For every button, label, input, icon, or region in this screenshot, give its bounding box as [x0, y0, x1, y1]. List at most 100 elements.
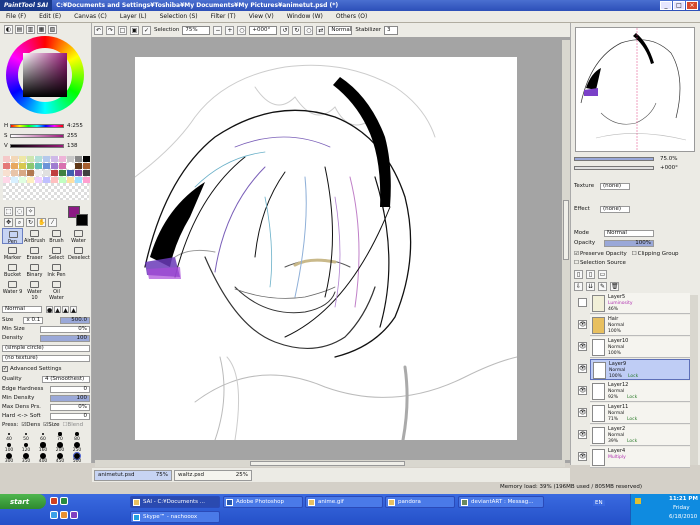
quicklaunch-firefox-icon[interactable] — [60, 511, 68, 519]
rotate-left-icon[interactable]: ↺ — [280, 25, 290, 35]
color-swatch[interactable] — [59, 177, 66, 183]
color-swatch[interactable] — [27, 156, 34, 162]
color-swatch[interactable] — [3, 177, 10, 183]
color-swatch[interactable] — [75, 177, 82, 183]
color-swatch[interactable] — [83, 163, 90, 169]
clock-time[interactable]: 11:21 PM — [669, 496, 698, 502]
brush-size-preset[interactable] — [8, 433, 10, 435]
new-layer-icon[interactable]: ▯ — [574, 269, 583, 279]
tool-deselect[interactable]: Deselect — [68, 245, 90, 261]
round-tip-icon[interactable]: ● — [46, 305, 53, 314]
start-button[interactable]: start — [0, 494, 46, 509]
brush-size-preset[interactable] — [23, 442, 29, 448]
zoom-field[interactable]: 75% — [182, 25, 211, 35]
color-wheel-mode-icon[interactable]: ◐ — [4, 25, 13, 34]
menu-layer[interactable]: Layer (L) — [120, 13, 147, 20]
color-swatch[interactable] — [51, 163, 58, 169]
layer-item[interactable]: Layer10 Normal 100% — [590, 337, 690, 358]
color-swatch[interactable] — [19, 170, 26, 176]
tool-water[interactable]: Water — [68, 228, 89, 244]
color-swatch[interactable] — [35, 163, 42, 169]
color-swatch[interactable] — [11, 170, 18, 176]
move-icon[interactable]: ✥ — [4, 218, 13, 227]
lasso-icon[interactable]: ◌ — [15, 207, 24, 216]
saturation-value-box[interactable] — [23, 53, 67, 97]
brush-mode-select[interactable]: Normal — [2, 305, 42, 313]
tool-binary[interactable]: Binary — [24, 262, 45, 278]
stabilizer-select[interactable]: 3 — [384, 25, 398, 35]
blend-mode-select[interactable]: Normal — [328, 25, 353, 35]
task-photoshop[interactable]: Adobe Photoshop — [223, 496, 303, 508]
saturation-slider[interactable] — [10, 133, 64, 138]
brush-size-preset[interactable] — [41, 432, 45, 436]
color-swatch[interactable] — [83, 170, 90, 176]
size-multiplier-select[interactable]: x 0.1 — [23, 316, 44, 324]
zoom-reset-icon[interactable]: ○ — [237, 25, 247, 35]
color-swatch[interactable] — [51, 177, 58, 183]
min-density-slider[interactable]: 100 — [50, 394, 90, 402]
menu-others[interactable]: Others (O) — [336, 13, 367, 20]
rotate-tool-icon[interactable]: ↻ — [26, 218, 35, 227]
color-swatch[interactable] — [43, 163, 50, 169]
scratchpad-mode-icon[interactable]: ▧ — [48, 25, 57, 34]
layer-mode-select[interactable]: Normal — [604, 229, 654, 237]
color-swatch[interactable] — [67, 163, 74, 169]
layer-item[interactable]: Layer11 Normal 71% Lock — [590, 403, 690, 424]
task-sai[interactable]: SAI - C:¥Documents ... — [130, 496, 220, 508]
color-swatch[interactable] — [11, 163, 18, 169]
max-dens-slider[interactable]: 0% — [50, 403, 90, 411]
brush-size-preset[interactable] — [24, 432, 28, 436]
color-swatch[interactable] — [67, 156, 74, 162]
brush-size-preset[interactable] — [57, 442, 63, 448]
hard-soft-slider[interactable]: 0 — [50, 412, 90, 420]
brush-shape-select[interactable]: (simple circle) — [2, 344, 90, 352]
layer-item[interactable]: Hair Normal 100% — [590, 315, 690, 336]
horizontal-scroll-thumb[interactable] — [250, 461, 405, 466]
language-indicator[interactable]: EN — [593, 500, 605, 506]
secondary-color-box[interactable] — [76, 214, 88, 226]
tool-oil-water[interactable]: Oil Water — [46, 279, 67, 301]
color-swatch[interactable] — [67, 177, 74, 183]
tool-water-9[interactable]: Water 9 — [2, 279, 23, 295]
selection-source-checkbox[interactable]: ☐ — [574, 260, 579, 266]
edge-hardness-slider[interactable]: 0 — [50, 385, 90, 393]
eyedropper-icon[interactable]: ⁄ — [48, 218, 57, 227]
menu-window[interactable]: Window (W) — [287, 13, 323, 20]
brush-size-preset[interactable] — [40, 442, 46, 448]
layer-visibility-icon[interactable]: 👁 — [578, 430, 587, 439]
sharp-tip-icon[interactable]: ▲ — [70, 305, 77, 314]
hue-slider[interactable] — [10, 123, 64, 128]
brush-size-preset[interactable] — [75, 432, 79, 436]
color-swatch[interactable] — [35, 177, 42, 183]
tool-ink-pen[interactable]: Ink Pen — [46, 262, 67, 278]
canvas-horizontal-scrollbar[interactable] — [95, 460, 565, 467]
navigator-preview[interactable] — [575, 27, 695, 152]
preserve-opacity-checkbox[interactable]: ☑ — [574, 251, 579, 257]
color-swatch[interactable] — [83, 177, 90, 183]
file-tab-animetut[interactable]: animetut.psd 75% — [94, 469, 172, 481]
flat-tip-icon[interactable]: ▲ — [62, 305, 69, 314]
color-swatch[interactable] — [67, 170, 74, 176]
color-swatch[interactable] — [27, 177, 34, 183]
color-swatch[interactable] — [27, 163, 34, 169]
layer-visibility-icon[interactable]: 👁 — [578, 408, 587, 417]
color-swatch[interactable] — [75, 156, 82, 162]
brush-size-preset[interactable] — [58, 432, 62, 436]
tool-airbrush[interactable]: AirBrush — [24, 228, 45, 244]
color-swatch[interactable] — [3, 163, 10, 169]
new-linework-layer-icon[interactable]: ▯ — [586, 269, 595, 279]
menu-selection[interactable]: Selection (S) — [160, 13, 198, 20]
rgb-slider-mode-icon[interactable]: ▤ — [15, 25, 24, 34]
merge-down-icon[interactable]: ⇊ — [586, 281, 595, 291]
redo-icon[interactable]: ↷ — [106, 25, 115, 35]
color-swatch[interactable] — [35, 156, 42, 162]
artwork-canvas[interactable] — [135, 57, 517, 440]
layer-effect-select[interactable]: (none) — [600, 205, 630, 213]
brush-size-preset[interactable] — [6, 442, 12, 448]
density-slider[interactable]: 100 — [40, 334, 90, 342]
menu-filter[interactable]: Filter (T) — [211, 13, 236, 20]
tool-select[interactable]: Select — [46, 245, 67, 261]
layer-item[interactable]: Layer9 Normal 100% Lock — [590, 359, 690, 380]
layer-item[interactable]: Layer4 Multiply — [590, 447, 690, 468]
delete-layer-icon[interactable]: 🗑 — [610, 281, 619, 291]
